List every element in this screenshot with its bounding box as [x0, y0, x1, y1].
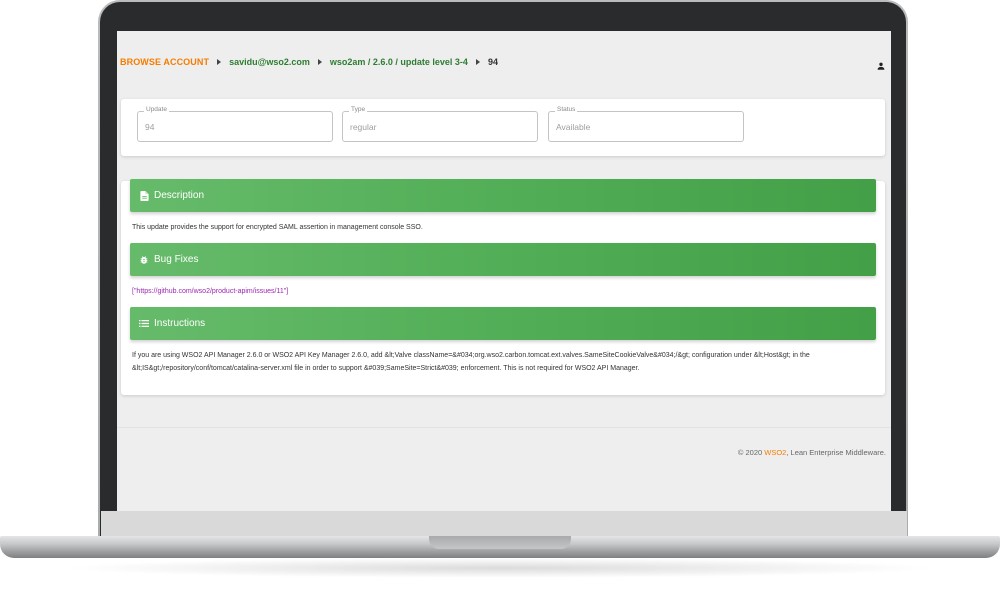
breadcrumb-current-update: 94	[487, 57, 498, 67]
update-field-value: 94	[145, 122, 155, 132]
description-header: Description	[130, 179, 876, 212]
type-field-value: regular	[350, 122, 377, 132]
bug-fixes-link[interactable]: ["https://github.com/wso2/product-apim/i…	[132, 285, 878, 298]
footer-tagline: , Lean Enterprise Middleware.	[786, 448, 886, 457]
update-field-label: Update	[144, 106, 169, 113]
file-document-icon	[139, 190, 149, 201]
chevron-right-icon	[317, 59, 322, 65]
bug-fixes-title: Bug Fixes	[154, 254, 199, 265]
breadcrumb: BROWSE ACCOUNT savidu@wso2.com wso2am / …	[120, 57, 498, 67]
chevron-right-icon	[217, 59, 222, 65]
type-field-label: Type	[349, 106, 368, 113]
laptop-notch	[429, 536, 571, 549]
status-field-label: Status	[555, 106, 578, 113]
status-field[interactable]: Status Available	[548, 106, 744, 142]
footer-divider	[117, 427, 891, 428]
list-icon	[139, 319, 149, 329]
app-screen: BROWSE ACCOUNT savidu@wso2.com wso2am / …	[117, 31, 891, 511]
instructions-text: If you are using WSO2 API Manager 2.6.0 …	[132, 352, 810, 372]
bug-fixes-header: Bug Fixes	[130, 243, 876, 276]
account-icon[interactable]	[876, 58, 886, 70]
laptop-shadow	[60, 558, 940, 578]
status-field-value: Available	[556, 122, 591, 132]
description-title: Description	[154, 190, 205, 201]
instructions-header: Instructions	[130, 307, 876, 340]
bug-icon	[139, 255, 149, 265]
footer-copyright: © 2020	[737, 448, 765, 457]
footer-brand-link[interactable]: WSO2	[764, 448, 786, 457]
instructions-title: Instructions	[154, 318, 206, 329]
breadcrumb-product[interactable]: wso2am / 2.6.0 / update level 3-4	[330, 57, 468, 67]
type-field[interactable]: Type regular	[342, 106, 538, 142]
description-text: This update provides the support for enc…	[132, 224, 423, 231]
update-field[interactable]: Update 94	[137, 106, 333, 142]
chevron-right-icon	[475, 59, 480, 65]
breadcrumb-account[interactable]: savidu@wso2.com	[229, 57, 310, 67]
breadcrumb-browse-account[interactable]: BROWSE ACCOUNT	[120, 57, 209, 67]
update-summary-card: Update 94 Type regular Status Available	[121, 99, 885, 156]
top-bar: BROWSE ACCOUNT savidu@wso2.com wso2am / …	[117, 31, 891, 93]
footer: © 2020 WSO2, Lean Enterprise Middleware.	[738, 448, 886, 457]
update-details-card: Description This update provides the sup…	[121, 179, 885, 395]
